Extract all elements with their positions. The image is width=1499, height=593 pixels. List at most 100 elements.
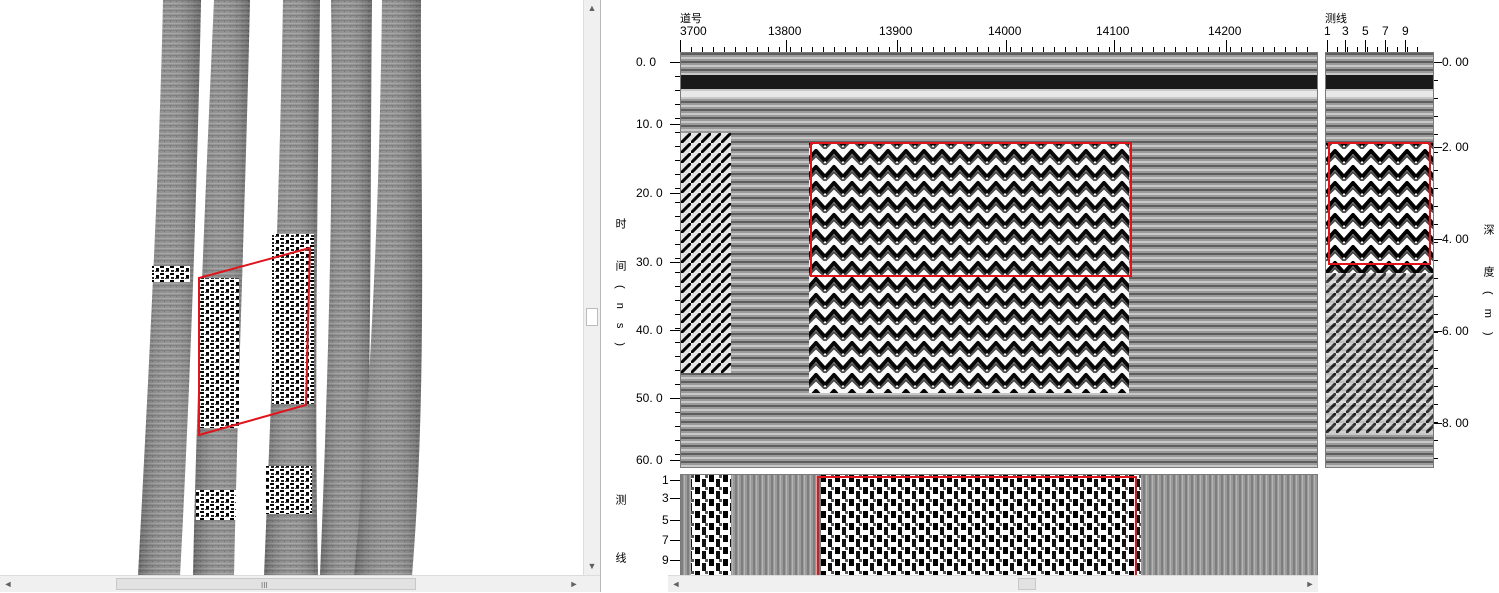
trace-tick-label: 14100 (1096, 24, 1130, 38)
time-major-tick (670, 330, 680, 331)
depth-minor-tick (1434, 440, 1438, 441)
time-tick-label: 10. 0 (636, 117, 663, 131)
line-tick-label: 3 (1342, 24, 1349, 38)
depth-minor-tick (1434, 170, 1438, 171)
radargram-line-slice[interactable] (680, 474, 1318, 578)
depth-minor-tick (1434, 206, 1438, 207)
time-tick-label: 20. 0 (636, 186, 663, 200)
highlight-region-line (817, 476, 1137, 577)
line-left-tick-label: 5 (662, 513, 669, 527)
scroll-up-icon[interactable]: ▲ (584, 0, 600, 16)
time-tick-label: 60. 0 (636, 453, 663, 467)
depth-tick-label: 6. 00 (1442, 324, 1469, 338)
trace-major-tick (1006, 40, 1007, 52)
time-major-tick (670, 460, 680, 461)
line-major-tick (1405, 40, 1406, 52)
scroll-right-icon[interactable]: ► (1302, 576, 1318, 592)
left-horizontal-scrollbar[interactable]: ◄ III ► (0, 575, 600, 592)
depth-minor-tick (1434, 296, 1438, 297)
depth-minor-tick (1434, 188, 1438, 189)
line-tick-label: 1 (1324, 24, 1331, 38)
depth-major-tick (1434, 423, 1442, 424)
depth-minor-tick (1434, 116, 1438, 117)
line-left-major-tick (670, 498, 680, 499)
line-major-tick (1365, 40, 1366, 52)
scroll-grip-icon: III (261, 581, 268, 590)
borehole-3d-canvas[interactable] (0, 0, 584, 576)
line-major-tick (1345, 40, 1346, 52)
scroll-left-icon[interactable]: ◄ (668, 576, 684, 592)
line-left-major-tick (670, 560, 680, 561)
depth-minor-tick (1434, 260, 1438, 261)
depth-major-tick (1434, 239, 1442, 240)
trace-major-tick (1114, 40, 1115, 52)
highlight-region-depth (1328, 142, 1431, 265)
left-vertical-scroll-thumb[interactable] (586, 308, 598, 326)
line-tick-label: 9 (1402, 24, 1409, 38)
depth-minor-tick (1434, 242, 1438, 243)
borehole-cylinder-3 (264, 0, 320, 576)
time-tick-label: 40. 0 (636, 323, 663, 337)
line-tick-label: 5 (1362, 24, 1369, 38)
scroll-down-icon[interactable]: ▼ (584, 558, 600, 574)
line-tick-label: 7 (1382, 24, 1389, 38)
depth-minor-tick (1434, 422, 1438, 423)
depth-minor-tick (1434, 458, 1438, 459)
trace-tick-label: 13900 (879, 24, 913, 38)
line-left-tick-label: 3 (662, 491, 669, 505)
line-left-major-tick (670, 520, 680, 521)
left-horizontal-scroll-thumb[interactable]: III (116, 578, 416, 590)
time-tick-label: 0. 0 (636, 55, 657, 69)
depth-minor-tick (1434, 152, 1438, 153)
line-left-tick-label: 9 (662, 553, 669, 567)
line-left-major-tick (670, 480, 680, 481)
depth-minor-tick (1434, 350, 1438, 351)
trace-tick-label: 14200 (1208, 24, 1242, 38)
left-vertical-scrollbar[interactable]: ▲ ▼ (583, 0, 600, 576)
line-major-tick (1385, 40, 1386, 52)
line-left-tick-label: 1 (662, 473, 669, 487)
trace-major-tick (1226, 40, 1227, 52)
depth-tick-label: 0. 00 (1442, 55, 1469, 69)
trace-tick-label: 3700 (680, 24, 707, 38)
right-horizontal-scroll-thumb[interactable] (1018, 578, 1036, 590)
time-major-tick (670, 262, 680, 263)
depth-tick-label: 2. 00 (1442, 140, 1469, 154)
depth-tick-label: 8. 00 (1442, 416, 1469, 430)
depth-minor-tick (1434, 368, 1438, 369)
time-major-tick (670, 193, 680, 194)
radargram-depth-slice[interactable] (1325, 52, 1434, 468)
scroll-right-icon[interactable]: ► (566, 576, 582, 592)
depth-major-tick (1434, 147, 1442, 148)
time-tick-label: 30. 0 (636, 255, 663, 269)
line-axis-bottom-title: 测 线 (614, 494, 626, 586)
depth-minor-tick (1434, 134, 1438, 135)
depth-minor-tick (1434, 224, 1438, 225)
trace-tick-label: 14000 (988, 24, 1022, 38)
time-major-tick (670, 124, 680, 125)
line-left-tick-label: 7 (662, 533, 669, 547)
time-tick-label: 50. 0 (636, 391, 663, 405)
trace-major-tick (897, 40, 898, 52)
depth-minor-tick (1434, 386, 1438, 387)
depth-minor-tick (1434, 98, 1438, 99)
trace-major-tick (786, 40, 787, 52)
trace-tick-label: 13800 (768, 24, 802, 38)
borehole-cylinder-1 (138, 0, 201, 576)
depth-minor-tick (1434, 332, 1438, 333)
depth-tick-label: 4. 00 (1442, 232, 1469, 246)
depth-axis-title: 深 度(m) (1482, 224, 1494, 350)
highlight-region-main (810, 142, 1132, 277)
depth-minor-tick (1434, 80, 1438, 81)
borehole-3d-view[interactable]: ▲ ▼ ◄ III ► (0, 0, 601, 592)
borehole-cylinder-2 (193, 0, 250, 576)
depth-minor-tick (1434, 278, 1438, 279)
scroll-left-icon[interactable]: ◄ (0, 576, 16, 592)
depth-minor-tick (1434, 314, 1438, 315)
depth-minor-tick (1434, 62, 1438, 63)
right-horizontal-scrollbar[interactable]: ◄ ► (668, 575, 1318, 592)
radargram-main[interactable] (680, 52, 1318, 468)
gpr-profile-view[interactable]: 道号 3700 13800 13900 14000 14100 14200 测线 1357… (606, 0, 1499, 592)
time-axis-title: 时 间(ns) (614, 218, 626, 360)
line-left-major-tick (670, 540, 680, 541)
